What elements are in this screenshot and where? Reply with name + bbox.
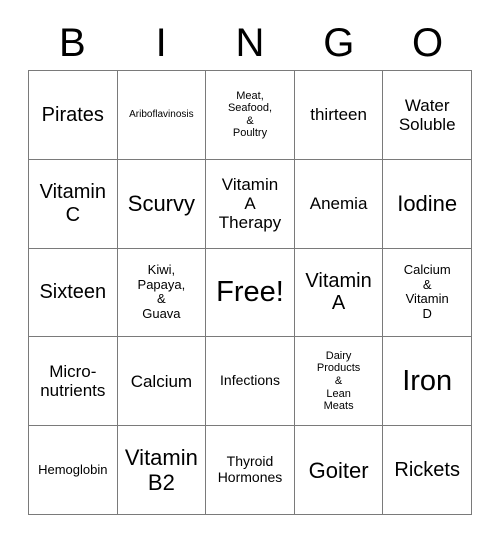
header-letter-i: I: [155, 21, 167, 65]
bingo-cell-label: Iodine: [397, 191, 458, 217]
bingo-cell[interactable]: Goiter: [294, 426, 384, 515]
bingo-cell[interactable]: Vitamin B2: [117, 426, 207, 515]
bingo-cell[interactable]: Hemoglobin: [29, 426, 118, 515]
bingo-cell[interactable]: Micro- nutrients: [29, 337, 118, 427]
bingo-cell[interactable]: thirteen: [294, 71, 384, 160]
bingo-cell-label: Free!: [216, 275, 284, 308]
bingo-cell[interactable]: Meat, Seafood, & Poultry: [206, 71, 295, 160]
bingo-cell[interactable]: Ariboflavinosis: [117, 71, 207, 160]
bingo-cell-label: Pirates: [41, 103, 104, 126]
bingo-cell[interactable]: Kiwi, Papaya, & Guava: [117, 248, 207, 338]
bingo-cell-label: Vitamin A Therapy: [218, 174, 282, 233]
bingo-cell-label: Calcium & Vitamin D: [403, 261, 451, 322]
bingo-cell-label: Kiwi, Papaya, & Guava: [137, 261, 186, 322]
bingo-cell-label: Ariboflavinosis: [129, 109, 194, 121]
bingo-cell[interactable]: Sixteen: [29, 248, 118, 338]
bingo-cell[interactable]: Scurvy: [117, 159, 207, 249]
bingo-cell-label: Goiter: [308, 457, 369, 483]
bingo-cell-label: Water Soluble: [398, 95, 456, 134]
bingo-cell-label: Infections: [220, 372, 280, 389]
header-letter-b: B: [59, 21, 86, 65]
bingo-cell[interactable]: Calcium: [117, 337, 207, 427]
bingo-cell-label: Vitamin A: [305, 269, 372, 315]
header-letter-g: G: [323, 21, 355, 65]
bingo-cell[interactable]: Calcium & Vitamin D: [383, 248, 472, 338]
bingo-cell-label: Dairy Products & Lean Meats: [316, 349, 361, 413]
bingo-cell[interactable]: Dairy Products & Lean Meats: [294, 337, 384, 427]
bingo-cell-label: Scurvy: [127, 191, 196, 217]
bingo-cell-label: Anemia: [309, 194, 368, 213]
bingo-cell-label: Micro- nutrients: [40, 361, 106, 401]
header-letter-o: O: [412, 21, 444, 65]
bingo-cell-label: thirteen: [310, 105, 367, 125]
bingo-card: B I N G O Pirates Ariboflavinosis Meat, Se…: [0, 0, 500, 544]
bingo-cell-label: Hemoglobin: [38, 461, 108, 477]
bingo-cell[interactable]: Water Soluble: [383, 71, 472, 160]
bingo-cell-label: Vitamin B2: [124, 445, 198, 496]
bingo-cell-label: Iron: [402, 364, 453, 397]
bingo-cell-label: Vitamin C: [39, 180, 106, 226]
bingo-cell-free[interactable]: Free!: [206, 248, 295, 338]
bingo-cell[interactable]: Anemia: [294, 159, 384, 249]
bingo-cell-label: Meat, Seafood, & Poultry: [227, 89, 273, 140]
bingo-cell[interactable]: Vitamin A Therapy: [206, 159, 295, 249]
bingo-cell[interactable]: Thyroid Hormones: [206, 426, 295, 515]
bingo-grid: Pirates Ariboflavinosis Meat, Seafood, & P…: [28, 70, 472, 515]
bingo-cell[interactable]: Vitamin C: [29, 159, 118, 249]
bingo-cell-label: Sixteen: [39, 281, 107, 304]
bingo-cell[interactable]: Rickets: [383, 426, 472, 515]
bingo-cell[interactable]: Vitamin A: [294, 248, 384, 338]
bingo-cell[interactable]: Infections: [206, 337, 295, 427]
header-letter-n: N: [235, 21, 265, 65]
bingo-cell-label: Thyroid Hormones: [217, 453, 283, 486]
bingo-header: B I N G O: [28, 16, 472, 70]
bingo-cell[interactable]: Iron: [383, 337, 472, 427]
bingo-cell[interactable]: Iodine: [383, 159, 472, 249]
bingo-cell-label: Rickets: [394, 458, 460, 481]
bingo-cell[interactable]: Pirates: [29, 71, 118, 160]
bingo-cell-label: Calcium: [130, 371, 193, 391]
